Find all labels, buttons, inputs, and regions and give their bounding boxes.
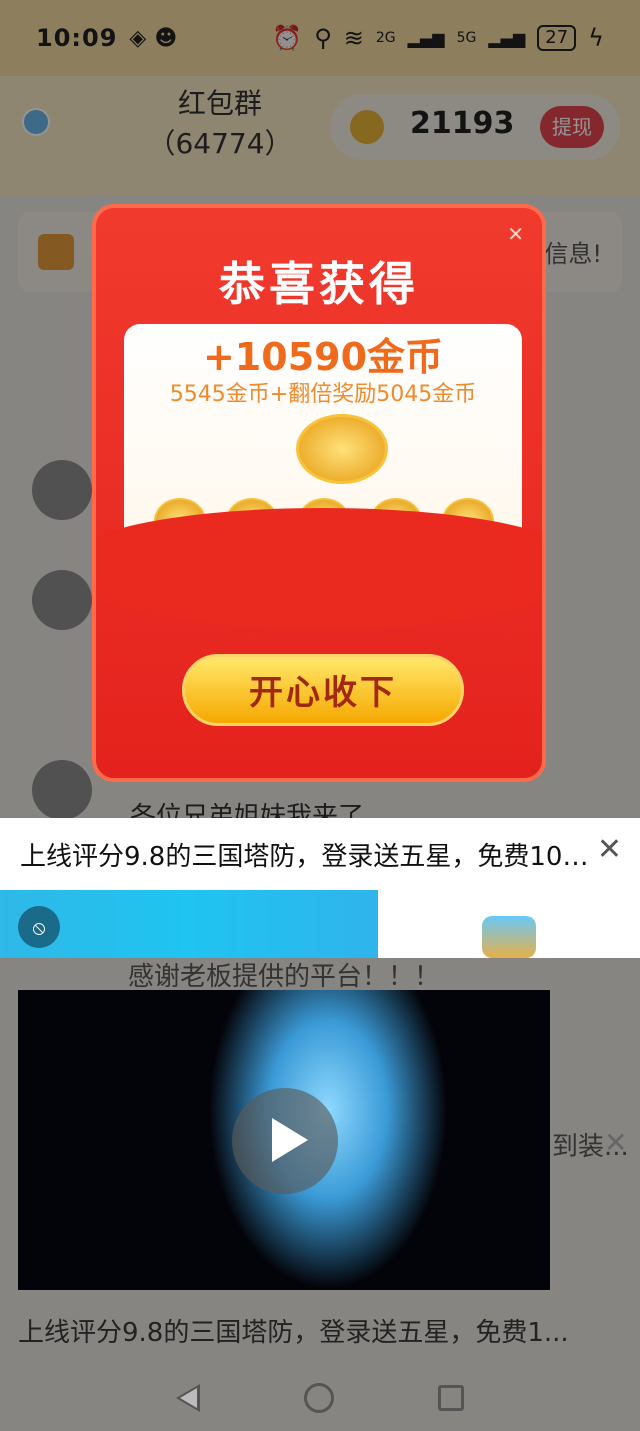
video-ad[interactable] xyxy=(18,990,550,1290)
reward-breakdown: 5545金币+翻倍奖励5045金币 xyxy=(169,382,477,407)
mute-icon[interactable]: ⦸ xyxy=(18,906,60,948)
back-icon[interactable] xyxy=(176,1383,200,1412)
ad-close-icon[interactable]: ✕ xyxy=(597,832,622,867)
ad-app-icon[interactable] xyxy=(482,916,536,958)
home-icon[interactable] xyxy=(304,1382,334,1413)
claim-button[interactable]: 开心收下 xyxy=(182,654,464,726)
play-icon[interactable] xyxy=(232,1088,338,1194)
ad-headline[interactable]: 上线评分9.8的三国塔防，登录送五星，免费100... xyxy=(20,836,590,873)
gold-coin-icon xyxy=(296,414,388,484)
chat-message: 感谢老板提供的平台！！！ xyxy=(128,962,441,992)
recent-apps-icon[interactable] xyxy=(438,1384,464,1411)
envelope-flap xyxy=(96,508,542,628)
reward-amount: +10590金币 xyxy=(202,335,444,379)
close-icon[interactable]: ✕ xyxy=(604,1126,627,1159)
modal-title: 恭喜获得 xyxy=(219,257,419,311)
close-icon[interactable]: ✕ xyxy=(507,222,524,246)
ad-banner[interactable]: 上线评分9.8的三国塔防，登录送五星，免费100... ✕ ⦸ xyxy=(0,818,640,958)
navigation-bar xyxy=(0,1364,640,1431)
reward-modal: ✕ 恭喜获得 +10590金币 5545金币+翻倍奖励5045金币 开心收下 xyxy=(92,204,546,782)
bottom-ad-headline[interactable]: 上线评分9.8的三国塔防，登录送五星，免费1... xyxy=(18,1312,622,1349)
